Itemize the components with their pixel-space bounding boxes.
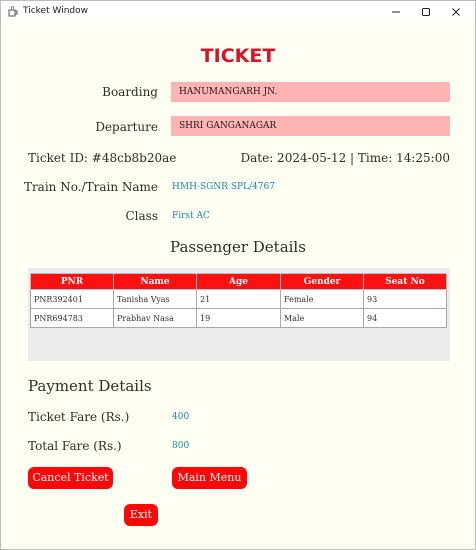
- departure-label: Departure: [95, 120, 158, 134]
- title-bar[interactable]: Ticket Window: [1, 1, 475, 23]
- boarding-value: HANUMANGARH JN.: [171, 82, 450, 102]
- column-header-seat[interactable]: Seat No: [363, 273, 447, 290]
- java-cup-icon: [8, 6, 18, 17]
- table-row[interactable]: PNR694783 Prabhav Nasa 19 Male 94: [30, 308, 447, 328]
- ticket-heading: TICKET: [200, 45, 276, 67]
- cell-pnr[interactable]: PNR694783: [30, 308, 114, 328]
- close-button[interactable]: [439, 1, 473, 23]
- maximize-button[interactable]: [409, 1, 443, 23]
- main-menu-button[interactable]: Main Menu: [172, 467, 247, 489]
- total-fare-label: Total Fare (Rs.): [28, 439, 122, 453]
- minimize-icon: [392, 11, 400, 13]
- column-header-age[interactable]: Age: [196, 273, 281, 290]
- column-header-gender[interactable]: Gender: [280, 273, 364, 290]
- departure-value: SHRI GANGANAGAR: [171, 116, 450, 136]
- boarding-label: Boarding: [102, 85, 158, 99]
- payment-details-title: Payment Details: [28, 377, 152, 395]
- total-fare-value: 800: [172, 441, 190, 451]
- passenger-table-panel[interactable]: PNR Name Age Gender Seat No PNR392401 Ta…: [28, 268, 450, 361]
- ticket-fare-value: 400: [172, 412, 190, 422]
- cell-pnr[interactable]: PNR392401: [30, 289, 114, 309]
- ticket-id: Ticket ID: #48cb8b20ae: [28, 151, 177, 165]
- column-header-name[interactable]: Name: [113, 273, 197, 290]
- cell-age[interactable]: 21: [196, 289, 281, 309]
- cell-seat[interactable]: 93: [363, 289, 447, 309]
- cell-gender[interactable]: Female: [280, 289, 364, 309]
- table-row[interactable]: PNR392401 Tanisha Vyas 21 Female 93: [30, 289, 447, 309]
- ticket-datetime: Date: 2024-05-12 | Time: 14:25:00: [240, 151, 451, 165]
- table-header-row: PNR Name Age Gender Seat No: [30, 273, 447, 290]
- cancel-ticket-button[interactable]: Cancel Ticket: [28, 467, 113, 489]
- train-label: Train No./Train Name: [23, 180, 158, 194]
- cell-name[interactable]: Prabhav Nasa: [113, 308, 197, 328]
- ticket-fare-label: Ticket Fare (Rs.): [28, 410, 130, 424]
- cell-seat[interactable]: 94: [363, 308, 447, 328]
- exit-button[interactable]: Exit: [124, 504, 158, 526]
- cell-gender[interactable]: Male: [280, 308, 364, 328]
- column-header-pnr[interactable]: PNR: [30, 273, 114, 290]
- cell-name[interactable]: Tanisha Vyas: [113, 289, 197, 309]
- maximize-icon: [422, 8, 430, 16]
- passenger-table[interactable]: PNR Name Age Gender Seat No PNR392401 Ta…: [30, 273, 447, 328]
- class-label: Class: [125, 209, 159, 223]
- passenger-details-title: Passenger Details: [170, 238, 306, 256]
- close-icon: [452, 8, 460, 16]
- ticket-window: Ticket Window TICKET Boarding HANUMANGAR…: [0, 0, 476, 550]
- class-value: First AC: [172, 211, 210, 221]
- window-title: Ticket Window: [23, 6, 88, 16]
- cell-age[interactable]: 19: [196, 308, 281, 328]
- minimize-button[interactable]: [379, 1, 413, 23]
- train-value: HMH-SGNR SPL/4767: [172, 182, 275, 192]
